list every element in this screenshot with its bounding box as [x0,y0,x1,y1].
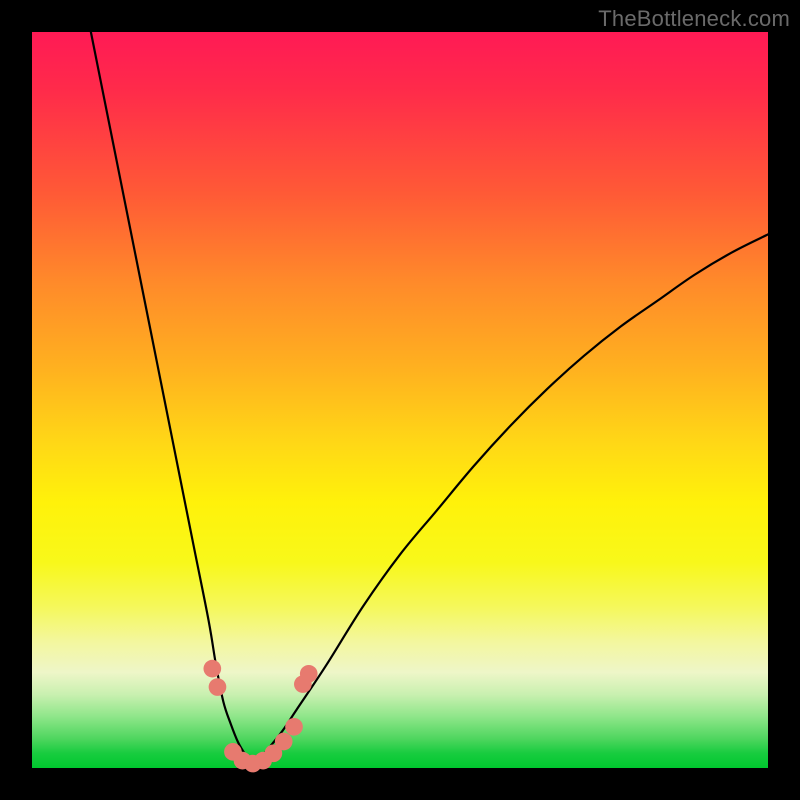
data-marker [285,718,303,736]
data-marker [275,733,293,751]
curve-left-branch [91,32,253,764]
chart-plot-area [32,32,768,768]
data-marker [300,665,318,683]
chart-frame: TheBottleneck.com [0,0,800,800]
curve-right-branch [253,234,768,764]
marker-group [203,660,317,773]
watermark-text: TheBottleneck.com [598,6,790,32]
data-marker [203,660,221,678]
data-marker [209,678,227,696]
chart-svg [32,32,768,768]
